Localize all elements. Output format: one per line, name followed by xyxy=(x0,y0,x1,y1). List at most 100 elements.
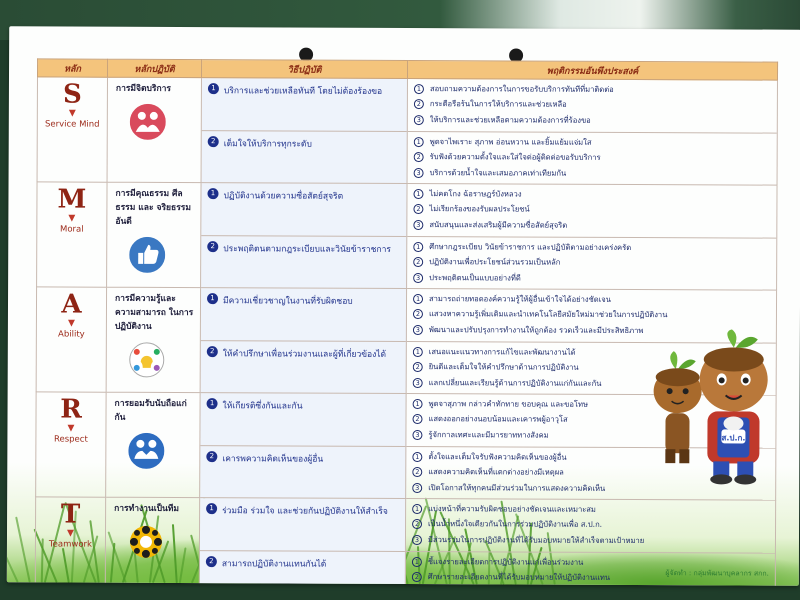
behavior-item: 1 ศึกษากฎระเบียบ วินัยข้าราชการ และปฏิบัต… xyxy=(413,239,772,256)
behavior-item: 1 ไม่คดโกง ฉ้อราษฎร์บังหลวง xyxy=(413,186,772,203)
behavior-number: 1 xyxy=(412,346,423,357)
behavior-number: 3 xyxy=(412,377,423,388)
method-number: 2 xyxy=(207,136,219,148)
method-number: 1 xyxy=(206,503,218,515)
method-item: 2 ให้คำปรึกษาเพื่อนร่วมงานและผู้ที่เกี่ยว… xyxy=(200,340,406,394)
letter-word: Ability xyxy=(58,329,85,340)
method-text: ร่วมมือ ร่วมใจ และช่วยกันปฏิบัติงานให้สำ… xyxy=(222,506,388,517)
behavior-number: 2 xyxy=(413,99,424,110)
footer-credit: ผู้จัดทำ : กลุ่มพัฒนาบุคลากร สกก. xyxy=(665,569,769,578)
behavior-number: 3 xyxy=(412,429,423,440)
header-principle: หลักปฏิบัติ xyxy=(107,59,202,78)
behavior-number: 3 xyxy=(413,167,424,178)
behavior-number: 1 xyxy=(413,241,424,252)
method-item: 1 บริการและช่วยเหลือทันที โดยไม่ต้องร้องข… xyxy=(202,78,407,131)
behavior-text: รู้จักกาลเทศะและมีมารยาททางสังคม xyxy=(428,429,549,440)
behavior-number: 3 xyxy=(412,324,423,335)
smart-values-table: หลัก หลักปฏิบัติ วิธีปฏิบัติ พฤติกรรมอัน… xyxy=(35,58,778,586)
method-number: 1 xyxy=(207,188,219,200)
method-item: 1 มีความเชี่ยวชาญในงานที่รับผิดชอบ xyxy=(201,288,406,341)
behavior-number: 1 xyxy=(412,451,423,462)
method-cell: 1 ให้เกียรติซึ่งกันและกัน 2 เคารพความคิดเห็… xyxy=(199,392,407,499)
behavior-number: 1 xyxy=(413,293,424,304)
letter: T xyxy=(60,499,81,530)
thumbs-up-icon xyxy=(129,236,166,273)
behavior-number: 3 xyxy=(411,534,423,545)
method-cell: 1 ร่วมมือ ร่วมใจ และช่วยกันปฏิบัติงานให้ส… xyxy=(199,497,406,586)
behavior-text: ปฏิบัติงานเพื่อประโยชน์ส่วนรวมเป็นหลัก xyxy=(429,257,561,267)
behavior-number: 2 xyxy=(412,467,423,478)
letter: A xyxy=(61,289,82,320)
behavior-number: 2 xyxy=(413,152,424,163)
behavior-text: พูดจาไพเราะ สุภาพ อ่อนหวาน และยิ้มแย้มแจ… xyxy=(429,136,592,147)
behavior-text: ประพฤติตนเป็นแบบอย่างที่ดี xyxy=(429,272,521,283)
method-number: 2 xyxy=(206,346,218,358)
handshake-icon xyxy=(128,432,165,469)
behavior-text: ไม่คดโกง ฉ้อราษฎร์บังหลวง xyxy=(429,188,522,199)
method-item: 2 เต็มใจให้บริการทุกระดับ xyxy=(201,130,407,184)
method-cell: 1 ปฏิบัติงานด้วยความซื่อสัตย์สุจริต 2 ประพฤ… xyxy=(200,182,408,289)
principle-cell: การมีความรู้และ ความสามารถ ในการปฏิบัติง… xyxy=(106,287,201,393)
table-row: S ▼ Service Mind การมีจิตบริการ 1 บริการและช่… xyxy=(37,76,778,186)
method-number: 1 xyxy=(207,83,219,95)
method-number: 1 xyxy=(206,398,218,410)
behavior-group: 1 สอบถามความต้องการในการขอรับบริการทันทีท… xyxy=(408,79,777,133)
poster-sheet: หลัก หลักปฏิบัติ วิธีปฏิบัติ พฤติกรรมอัน… xyxy=(6,26,800,586)
method-text: ให้คำปรึกษาเพื่อนร่วมงานและผู้ที่เกี่ยวข… xyxy=(222,349,387,360)
header-behavior: พฤติกรรมอันพึงประสงค์ xyxy=(407,60,778,81)
behavior-text: กระตือรือร้นในการให้บริการและช่วยเหลือ xyxy=(429,99,567,109)
grass-blade xyxy=(15,516,31,583)
arrow-down-icon: ▼ xyxy=(67,528,74,539)
behavior-number: 2 xyxy=(412,362,423,373)
behavior-item: 3 สนับสนุนและส่งเสริมผู้มีความซื่อสัตย์สุ… xyxy=(413,217,772,234)
principle-text: การมีความรู้และ ความสามารถ ในการปฏิบัติง… xyxy=(114,293,194,332)
behavior-text: สามารถถ่ายทอดองค์ความรู้ให้ผู้อื่นเข้าใจ… xyxy=(429,293,611,304)
letter-cell: R ▼ Respect xyxy=(35,391,107,498)
mascot-illustration: ส.ป.ก. xyxy=(653,329,768,485)
method-text: สามารถปฏิบัติงานแทนกันได้ xyxy=(221,559,327,570)
method-text: ให้เกียรติซึ่งกันและกัน xyxy=(222,401,303,412)
header-method: วิธีปฏิบัติ xyxy=(201,59,408,79)
behavior-group: 1 แบ่งหน้าที่ความรับผิดชอบอย่างชัดเจนและเ… xyxy=(406,499,775,553)
letter-word: Respect xyxy=(53,434,88,445)
method-number: 2 xyxy=(207,241,219,253)
small-mascot xyxy=(653,351,702,464)
principle-text: การมีคุณธรรม ศีลธรรม และ จริยธรรมอันดี xyxy=(115,188,191,227)
behavior-text: ชี้แจงรายละเอียดการปฏิบัติงานแก่เพื่อนร่… xyxy=(427,556,584,567)
letter: S xyxy=(62,79,82,110)
method-text: มีความเชี่ยวชาญในงานที่รับผิดชอบ xyxy=(222,296,353,307)
method-item: 1 ปฏิบัติงานด้วยความซื่อสัตย์สุจริต xyxy=(201,183,406,236)
principle-cell: การมีคุณธรรม ศีลธรรม และ จริยธรรมอันดี xyxy=(106,182,202,288)
principle-text: การยอมรับนับถือแก่กัน xyxy=(114,398,187,423)
behavior-item: 1 สอบถามความต้องการในการขอรับบริการทันทีท… xyxy=(413,81,773,98)
behavior-item: 3 ประพฤติตนเป็นแบบอย่างที่ดี xyxy=(413,270,772,287)
behavior-item: 2 แสวงหาความรู้เพิ่มเติมและนำเทคโนโลยีสมั… xyxy=(412,307,772,324)
arrow-down-icon: ▼ xyxy=(67,423,75,434)
behavior-text: ให้บริการและช่วยเหลือตามความต้องการที่ร้… xyxy=(429,114,591,125)
method-item: 2 สามารถปฏิบัติงานแทนกันได้ xyxy=(199,550,405,586)
method-text: ประพฤติตนตามกฎระเบียบและวินัยข้าราชการ xyxy=(223,244,391,255)
behavior-text: รับฟังด้วยความตั้งใจและใส่ใจต่อผู้ติดต่อ… xyxy=(429,152,601,163)
letter-cell: M ▼ Moral xyxy=(36,181,108,288)
behavior-text: ยินดีและเต็มใจให้คำปรึกษาด้านการปฏิบัติง… xyxy=(428,362,579,373)
behavior-item: 3 มีส่วนร่วมในการปฏิบัติงานที่ได้รับมอบหม… xyxy=(411,532,771,549)
letter-cell: T ▼ Teamwork xyxy=(35,496,106,586)
behavior-number: 3 xyxy=(413,219,424,230)
letter-cell: S ▼ Service Mind xyxy=(37,76,108,183)
letter: M xyxy=(57,184,87,215)
method-item: 1 ให้เกียรติซึ่งกันและกัน xyxy=(200,393,405,446)
grass-blade xyxy=(6,554,19,583)
principle-text: การทำงานเป็นทีม xyxy=(114,503,180,515)
behavior-number: 3 xyxy=(413,114,424,125)
method-number: 2 xyxy=(205,556,217,568)
behavior-number: 2 xyxy=(412,519,423,530)
behavior-cell: 1 ไม่คดโกง ฉ้อราษฎร์บังหลวง 2 ไม่เรียกร้องข… xyxy=(406,183,778,291)
behavior-text: แสดงความคิดเห็นที่แตกต่างอย่างมีเหตุผล xyxy=(428,467,564,477)
behavior-number: 1 xyxy=(412,503,423,514)
method-text: เคารพความคิดเห็นของผู้อื่น xyxy=(222,454,324,465)
behavior-text: พัฒนาและปรับปรุงการทำงานให้ถูกต้อง รวดเร… xyxy=(428,324,644,335)
behavior-number: 1 xyxy=(412,398,423,409)
method-item: 2 ประพฤติตนตามกฎระเบียบและวินัยข้าราชการ xyxy=(201,235,407,289)
behavior-item: 2 ไม่เรียกร้องของรับผลประโยชน์ xyxy=(413,202,772,219)
principle-cell: การยอมรับนับถือแก่กัน xyxy=(105,392,201,498)
